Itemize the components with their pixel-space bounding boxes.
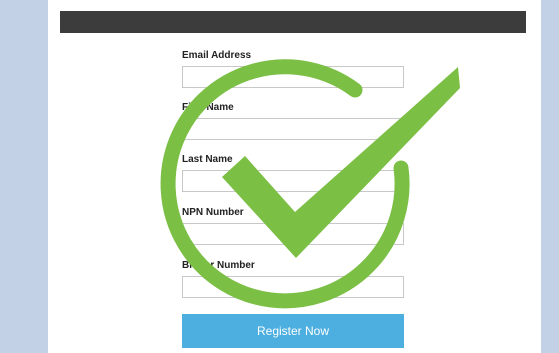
first-name-field-group: First Name — [182, 102, 404, 140]
broker-number-input[interactable] — [182, 276, 404, 298]
npn-number-input[interactable] — [182, 223, 404, 245]
last-name-field-group: Last Name — [182, 154, 404, 192]
first-name-label: First Name — [182, 102, 234, 113]
email-input[interactable] — [182, 66, 404, 88]
email-field-group: Email Address — [182, 50, 404, 88]
first-name-input[interactable] — [182, 118, 404, 140]
last-name-input[interactable] — [182, 170, 404, 192]
register-now-button[interactable]: Register Now — [182, 314, 404, 348]
email-label: Email Address — [182, 50, 252, 61]
broker-number-field-group: Broker Number — [182, 260, 404, 298]
last-name-label: Last Name — [182, 154, 233, 165]
npn-number-label: NPN Number — [182, 207, 244, 218]
header-bar — [60, 11, 526, 33]
registration-page: Email Address First Name Last Name NPN N… — [48, 0, 541, 353]
broker-number-label: Broker Number — [182, 260, 255, 271]
npn-number-field-group: NPN Number — [182, 207, 404, 245]
